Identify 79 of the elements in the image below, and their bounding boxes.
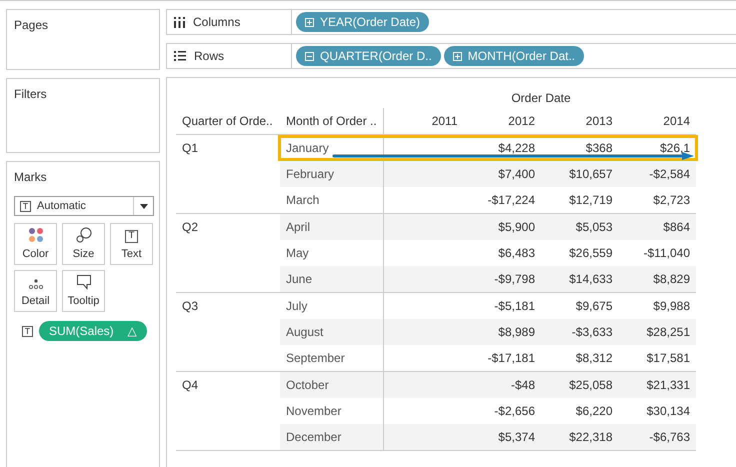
table-cell-text: $26,1: [658, 141, 691, 155]
table-cell-text: $9,988: [652, 299, 691, 313]
mark-card[interactable]: Size: [62, 223, 105, 265]
table-cell-text: -$3,633: [570, 325, 614, 339]
table-cell-text: $22,318: [568, 430, 614, 444]
expand-icon[interactable]: [452, 52, 462, 60]
table-cell-text: $8,312: [574, 351, 614, 365]
table-cell-text: $5,374: [497, 430, 536, 444]
table-cell-text: $6,220: [574, 404, 614, 418]
row-header: Month of Order ..: [280, 108, 384, 134]
mark-type-dropdown[interactable]: T Automatic: [14, 196, 154, 216]
detail-icon: [28, 278, 44, 290]
table-cell-text: -$11,040: [642, 246, 691, 260]
table-cell-text: $14,633: [568, 272, 614, 286]
table-cell-text: $8,989: [497, 325, 536, 339]
row-header: Q3: [182, 299, 198, 313]
color-dots-icon: [28, 227, 44, 243]
mark-card[interactable]: Tooltip: [62, 270, 105, 312]
table-cell-text: $5,053: [574, 220, 614, 234]
table-cell-text: $9,675: [574, 299, 614, 313]
table-cell-text: -$6,763: [648, 430, 691, 444]
column-header: 2011: [430, 114, 458, 128]
table-cell-text: $5,900: [497, 220, 536, 234]
table-cell-text: $28,251: [646, 325, 691, 339]
table-cell-text: $2,723: [652, 193, 691, 207]
expand-icon[interactable]: [305, 18, 314, 26]
text-icon: T: [20, 200, 31, 212]
mark-card[interactable]: Detail: [14, 270, 57, 312]
row-header: October: [280, 372, 384, 398]
row-header: Q2: [182, 220, 198, 234]
shelf-label: Rows: [194, 49, 224, 63]
row-header: March: [280, 187, 384, 213]
mark-card[interactable]: T Text: [110, 223, 153, 265]
column-header: Order Date: [510, 91, 572, 105]
shelf-label: Columns: [193, 15, 240, 29]
columns-icon: [174, 16, 185, 28]
panel-title: Filters: [14, 87, 47, 101]
text-icon: T: [22, 326, 33, 336]
mark-card[interactable]: Color: [14, 223, 57, 265]
row-header: Q1: [182, 141, 198, 155]
row-header: February: [280, 161, 384, 187]
row-header: June: [280, 266, 384, 292]
table-cell-text: -$2,656: [493, 404, 536, 418]
table-cell-text: $17,581: [646, 351, 691, 365]
table-cell-text: $368: [584, 141, 614, 155]
table-cell-text: -$9,798: [493, 272, 536, 286]
table-cell-text: $30,134: [646, 404, 691, 418]
table-cell-text: -$17,181: [486, 351, 536, 365]
table-cell-text: $4,228: [497, 141, 536, 155]
table-cell-text: $6,483: [497, 246, 536, 260]
table-cell-text: $25,058: [568, 378, 614, 392]
table-cell-text: -$48: [510, 378, 536, 392]
tooltip-icon: [76, 274, 92, 290]
text-icon: T: [125, 230, 138, 243]
rows-icon: [174, 51, 186, 61]
row-header: September: [280, 345, 384, 371]
caret-icon: [140, 204, 148, 208]
row-header: Quarter of Orde..: [181, 114, 274, 128]
table-cell-text: $7,400: [497, 167, 536, 181]
table-cell-text: -$2,584: [648, 167, 691, 181]
table-cell-text: -$5,181: [493, 299, 536, 313]
size-icon: [76, 227, 92, 243]
table-cell-text: $12,719: [568, 193, 614, 207]
table-cell-text: $864: [662, 220, 691, 234]
table-cell-text: -$17,224: [486, 193, 536, 207]
table-cell-text: $8,829: [652, 272, 691, 286]
row-header: August: [280, 319, 384, 345]
row-header: April: [280, 214, 384, 240]
expand-icon[interactable]: [305, 52, 314, 60]
panel-title: Pages: [14, 18, 48, 32]
column-header: 2014: [662, 114, 691, 128]
table-cell-text: $26,559: [568, 246, 614, 260]
table-cell-text: $21,331: [646, 378, 691, 392]
column-header: 2012: [507, 114, 536, 128]
table-cell-text: $10,657: [568, 167, 614, 181]
row-header: December: [280, 424, 384, 450]
column-header: 2013: [584, 114, 614, 128]
row-header: Q4: [182, 378, 198, 392]
panel-title: Marks: [14, 170, 47, 184]
